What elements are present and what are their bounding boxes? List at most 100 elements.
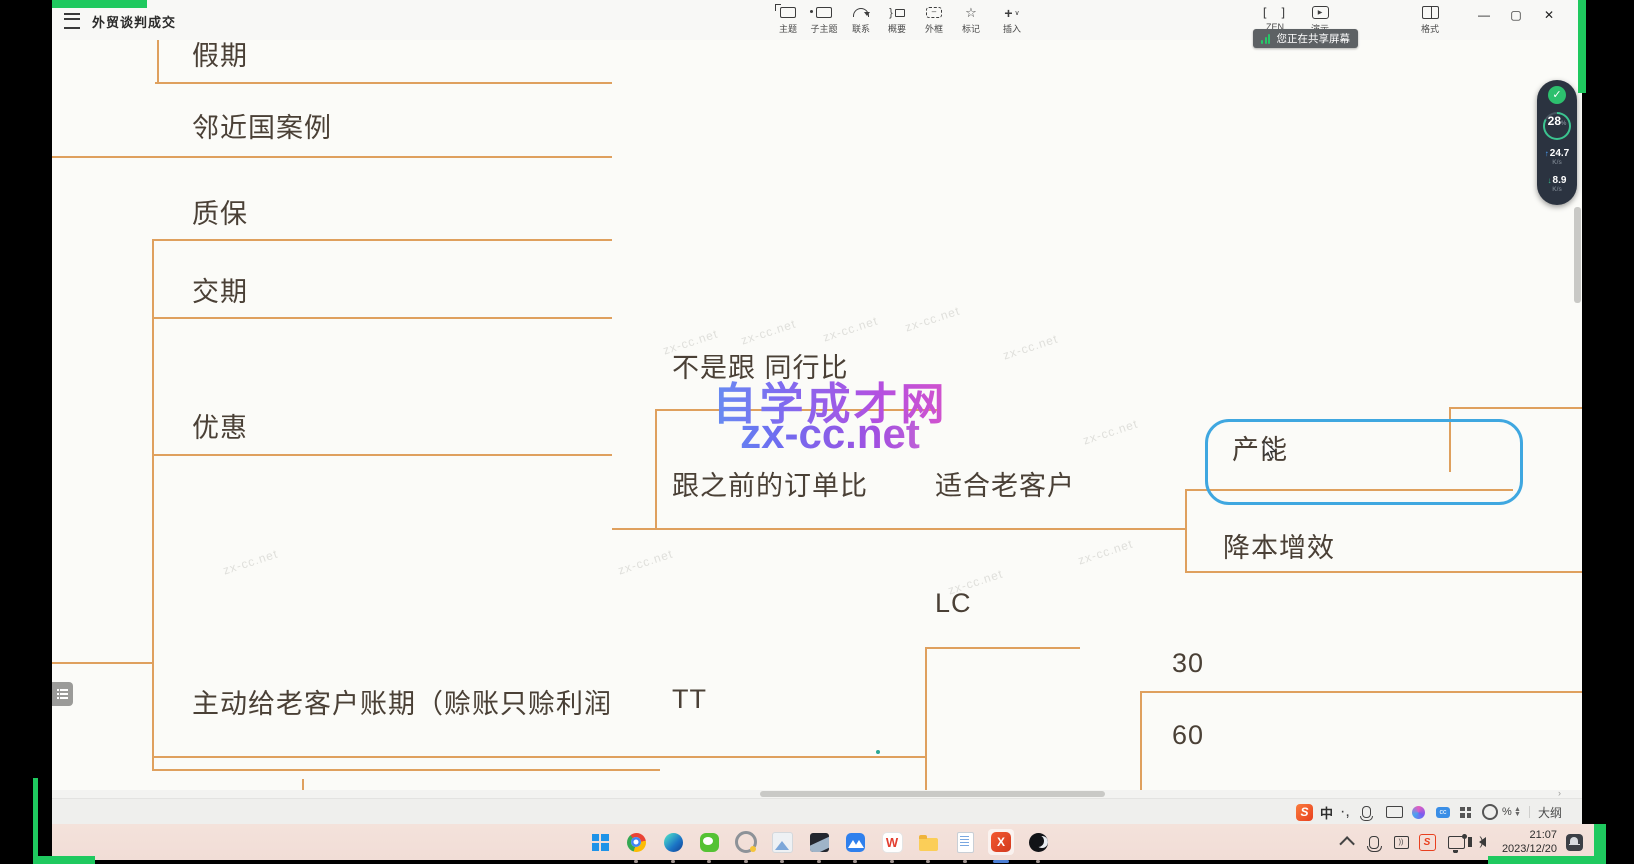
- xmind-icon-active[interactable]: X: [988, 829, 1014, 855]
- windows-taskbar: W X )) S 21:07 2023/12/20: [52, 824, 1594, 860]
- maximize-button[interactable]: ▢: [1505, 6, 1527, 24]
- tray-clock[interactable]: 21:07 2023/12/20: [1487, 828, 1557, 856]
- minimize-button[interactable]: —: [1473, 6, 1495, 24]
- ime-toolbox-icon[interactable]: [1460, 803, 1471, 821]
- topic-neighbor-case[interactable]: 邻近国案例: [192, 106, 332, 145]
- watermark-tile: zx-cc.net: [739, 317, 798, 348]
- topic-credit-terms[interactable]: 主动给老客户账期（赊账只赊利润: [192, 682, 612, 721]
- topic-lc[interactable]: LC: [935, 588, 972, 619]
- watermark-url: zx-cc.net: [680, 410, 980, 458]
- recorder-icon[interactable]: [733, 829, 759, 855]
- connector-line: [1449, 407, 1582, 409]
- watermark-tile: zx-cc.net: [616, 547, 675, 578]
- topic-discount[interactable]: 优惠: [192, 406, 248, 445]
- tray-audio-device-icon[interactable]: )): [1392, 832, 1410, 852]
- mouse-cursor: [1263, 440, 1277, 460]
- ime-mic-icon[interactable]: [1362, 803, 1371, 821]
- toolbar-summary-button[interactable]: } 概要: [880, 4, 914, 35]
- boundary-icon: –: [917, 4, 951, 21]
- connector-line: [152, 239, 154, 771]
- tray-notification-icon[interactable]: [1564, 832, 1584, 852]
- upload-speed: ↑24.7 K/s: [1545, 147, 1569, 167]
- statusbar-divider: [1529, 803, 1530, 821]
- connector-line: [655, 409, 657, 530]
- toolbar-insert-button[interactable]: +∨ 插入: [992, 4, 1032, 35]
- connector-line: [1185, 489, 1187, 573]
- net-monitor-widget[interactable]: ✓ 28% ↑24.7 K/s ↓8.9 K/s: [1537, 80, 1577, 205]
- ime-punctuation-toggle[interactable]: ·,: [1340, 803, 1350, 821]
- scroll-right-arrow[interactable]: ›: [1558, 788, 1561, 798]
- watermark-tile: zx-cc.net: [1076, 537, 1135, 568]
- file-explorer-icon[interactable]: [915, 829, 941, 855]
- photos-icon[interactable]: [769, 829, 795, 855]
- topic-30[interactable]: 30: [1172, 648, 1204, 679]
- start-button[interactable]: [587, 829, 613, 855]
- tray-time: 21:07: [1487, 828, 1557, 842]
- topic-tt[interactable]: TT: [672, 684, 707, 715]
- notepad-icon[interactable]: [952, 829, 978, 855]
- memory-ring: 28%: [1543, 112, 1571, 140]
- sogou-ime-icon[interactable]: S: [1296, 803, 1313, 821]
- topic-holiday[interactable]: 假期: [192, 34, 248, 73]
- toolbar-subtopic-button[interactable]: 子主题: [807, 4, 841, 35]
- wps-icon[interactable]: W: [879, 829, 905, 855]
- image-viewer-icon[interactable]: [806, 829, 832, 855]
- toolbar-boundary-button[interactable]: – 外框: [917, 4, 951, 35]
- mindmap-canvas[interactable]: zx-cc.net zx-cc.net zx-cc.net zx-cc.net …: [52, 40, 1582, 790]
- toolbar-relationship-button[interactable]: 联系: [844, 4, 878, 35]
- ime-mode-toggle[interactable]: 中: [1320, 803, 1333, 821]
- topic-compare-previous-order[interactable]: 跟之前的订单比: [672, 464, 868, 503]
- menu-icon[interactable]: [64, 13, 80, 29]
- relationship-icon: [844, 4, 878, 21]
- dark-mode-app-icon[interactable]: [1025, 829, 1051, 855]
- horizontal-scrollbar-thumb[interactable]: [760, 791, 1105, 797]
- zen-mode-icon: [ ]: [1258, 4, 1292, 21]
- edge-icon[interactable]: [660, 829, 686, 855]
- zoom-stepper[interactable]: ▲▼: [1514, 803, 1521, 821]
- topic-fit-old-customers[interactable]: 适合老客户: [935, 464, 1075, 503]
- toolbar-format-button[interactable]: 格式: [1413, 4, 1447, 35]
- ime-translate-icon[interactable]: cc: [1436, 803, 1450, 821]
- toolbar-marker-button[interactable]: ☆ 标记: [954, 4, 988, 35]
- share-border-right-top: [1578, 0, 1586, 93]
- download-speed: ↓8.9 K/s: [1548, 174, 1567, 194]
- tray-mic-icon[interactable]: [1366, 832, 1382, 852]
- signal-bars-icon: [1261, 34, 1272, 44]
- blue-app-icon[interactable]: [842, 829, 868, 855]
- topic-60[interactable]: 60: [1172, 720, 1204, 751]
- share-border-bottom-right: [1488, 856, 1606, 864]
- connector-line: [1185, 571, 1582, 573]
- topic-delivery[interactable]: 交期: [192, 270, 248, 309]
- tray-sogou-icon[interactable]: S: [1418, 832, 1436, 852]
- connector-line: [152, 317, 612, 319]
- connector-line: [302, 779, 304, 790]
- tray-display-icon[interactable]: [1446, 832, 1466, 852]
- connector-line: [925, 647, 1080, 649]
- marker-icon: ☆: [954, 4, 988, 21]
- wechat-icon[interactable]: [696, 829, 722, 855]
- share-border-top: [52, 0, 147, 8]
- topic-warranty[interactable]: 质保: [192, 192, 248, 231]
- toolbar-zen-button[interactable]: [ ] ZEN: [1258, 4, 1292, 32]
- format-icon: [1413, 4, 1447, 21]
- connector-line: [152, 769, 660, 771]
- chrome-icon[interactable]: [623, 829, 649, 855]
- watermark-tile: zx-cc.net: [1081, 417, 1140, 448]
- connector-line: [52, 662, 152, 664]
- tray-expand-chevron[interactable]: [1340, 832, 1356, 852]
- connector-line: [155, 82, 612, 84]
- horizontal-scrollbar[interactable]: ›: [52, 790, 1582, 798]
- close-button[interactable]: ✕: [1538, 6, 1560, 24]
- ime-skin-icon[interactable]: [1412, 803, 1425, 821]
- ime-settings-icon[interactable]: [1482, 803, 1498, 821]
- share-border-bottom-left: [33, 856, 95, 864]
- insert-icon: +∨: [992, 4, 1032, 21]
- outline-view-button[interactable]: 大纲: [1538, 803, 1562, 821]
- vertical-scrollbar-thumb[interactable]: [1574, 207, 1581, 303]
- outline-panel-tab[interactable]: [52, 682, 73, 706]
- app-window: 外贸谈判成交 主题 子主题 联系 } 概要 – 外框 ☆: [52, 0, 1582, 860]
- connector-line: [1140, 691, 1142, 790]
- topic-cost-reduction[interactable]: 降本增效: [1223, 526, 1335, 565]
- toolbar-topic-button[interactable]: 主题: [771, 4, 805, 35]
- ime-keyboard-icon[interactable]: [1386, 803, 1403, 821]
